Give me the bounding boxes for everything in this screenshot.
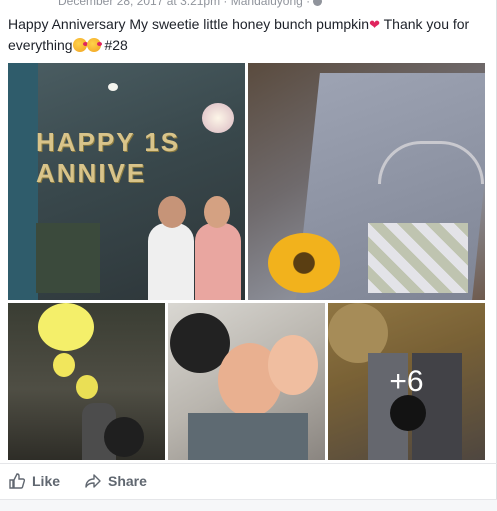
post-text: Happy Anniversary My sweetie little hone…: [8, 14, 486, 55]
face-right: [268, 335, 318, 395]
balloon-cluster: [38, 303, 94, 351]
globe-icon: [313, 0, 323, 7]
comments-strip: [0, 499, 497, 511]
post-text-main: Happy Anniversary My sweetie little hone…: [8, 16, 370, 32]
photo-gallery: HAPPY 1S ANNIVE +6: [8, 63, 485, 460]
balloon-single-2: [76, 375, 98, 399]
balloon-letters-text: HAPPY 1S ANNIVE: [36, 127, 181, 188]
photo-yellow-balloons[interactable]: [8, 303, 165, 460]
ceiling-light-icon: [108, 83, 118, 91]
thumbs-up-icon: [9, 473, 26, 489]
balloon-single: [53, 353, 75, 377]
share-label: Share: [108, 473, 147, 489]
photo-selfie-mickey[interactable]: [168, 303, 325, 460]
sunflower-icon: [268, 233, 340, 293]
window-blinds: [8, 63, 38, 300]
more-photos-count: +6: [389, 364, 424, 398]
post-text-tag[interactable]: #28: [101, 37, 127, 53]
shirts: [188, 413, 308, 460]
mickey-plush-icon: [104, 417, 144, 457]
kissing-face-emoji-icon-2: [86, 38, 102, 52]
plants-shelf: [36, 223, 100, 293]
photo-gift-bag-sunflower[interactable]: [248, 63, 485, 300]
post-meta-text[interactable]: December 28, 2017 at 3:21pm · Mandaluyon…: [58, 0, 310, 8]
person-left: [148, 223, 194, 300]
share-arrow-icon: [85, 474, 101, 488]
gift-box: [368, 223, 468, 293]
like-button[interactable]: Like: [8, 472, 60, 490]
person-left-face: [158, 196, 186, 228]
share-button[interactable]: Share: [84, 472, 147, 490]
photo-more[interactable]: +6: [328, 303, 485, 460]
post-meta: December 28, 2017 at 3:21pm · Mandaluyon…: [58, 0, 323, 8]
person-right: [195, 223, 241, 300]
more-photos-overlay[interactable]: +6: [328, 303, 485, 460]
photo-anniversary-balloons[interactable]: HAPPY 1S ANNIVE: [8, 63, 245, 300]
person-right-face: [204, 196, 230, 228]
action-bar: Like Share: [0, 463, 497, 500]
post-card: December 28, 2017 at 3:21pm · Mandaluyon…: [0, 0, 497, 511]
balloon-letters-banner: HAPPY 1S ANNIVE: [36, 127, 236, 191]
like-label: Like: [32, 473, 61, 489]
two-hearts-emoji-icon: ❤: [369, 17, 380, 32]
kissing-face-emoji-icon: [72, 38, 88, 52]
